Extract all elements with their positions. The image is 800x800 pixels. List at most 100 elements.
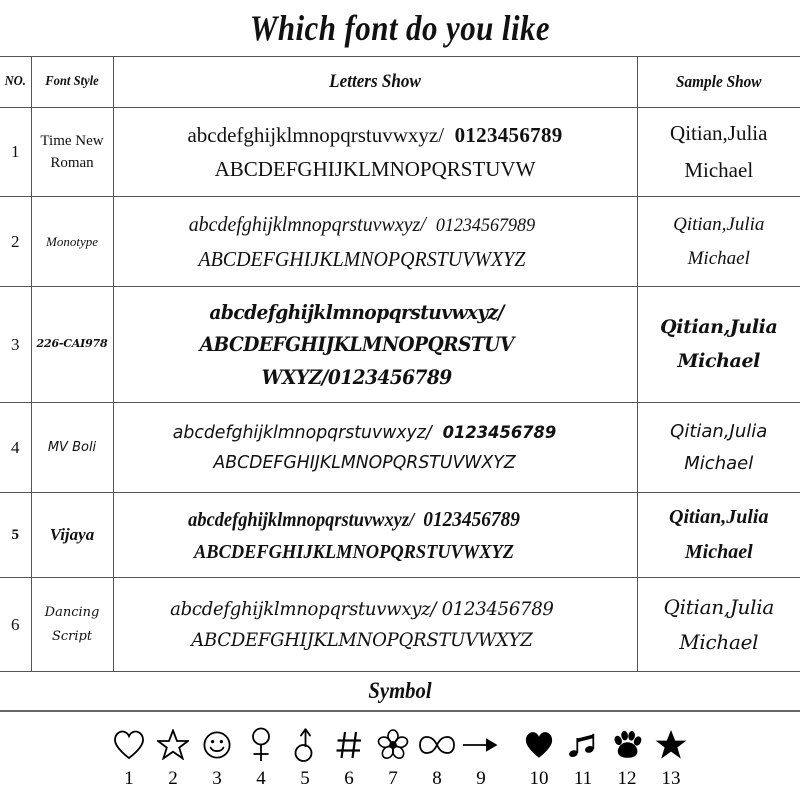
letters-numerals: 0123456789 [442, 423, 557, 444]
letters-sample: abcdefghijklmnopqrstuvwxyz/ 0123456789 A… [112, 492, 596, 578]
column-header-no: NO. [1, 56, 30, 108]
row-number: 6 [0, 577, 32, 672]
letters-sample: abcdefghijklmnopqrstuvwxyz/ 0123456789 A… [112, 577, 612, 672]
row-number: 2 [0, 196, 32, 287]
letters-line-1: abcdefghijklmnopqrstuvwxyz/ [209, 299, 504, 324]
symbol-list: 1 2 3 4 5 6 7 8 9 10 11 12 13 [0, 712, 800, 790]
letters-lowercase: abcdefghijklmnopqrstuvwxyz/ [188, 212, 426, 237]
font-style-line-1: Vijaya [49, 525, 95, 545]
symbol-section: Symbol 1 2 3 4 5 6 7 8 9 10 11 12 13 [0, 672, 800, 790]
symbol-option-1[interactable]: 1 [107, 722, 151, 790]
font-style-name: MV Boli [30, 402, 114, 493]
table-row[interactable]: 6 Dancing Script abcdefghijklmnopqrstuvw… [0, 577, 800, 672]
page-title: Which font do you like [249, 8, 551, 48]
symbol-option-5[interactable]: 5 [283, 722, 327, 790]
row-number: 3 [0, 286, 32, 403]
symbol-number: 4 [256, 768, 266, 789]
symbol-option-6[interactable]: 6 [327, 722, 371, 790]
sample-text: Qitian,Julia Michael [636, 402, 800, 493]
letters-line-1: abcdefghijklmnopqrstuvwxyz/ 0123456789 [114, 418, 615, 448]
sample-text: Qitian,Julia Michael [636, 196, 800, 287]
table-header-row: NO. Font Style Letters Show Sample Show [0, 56, 800, 108]
male-symbol-icon [283, 722, 327, 766]
sample-line-2: Michael [684, 541, 753, 563]
symbol-option-13[interactable]: 13 [649, 722, 693, 790]
heart-outline-icon [107, 722, 151, 766]
table-row[interactable]: 3 226-CAI978 abcdefghijklmnopqrstuvwxyz/… [0, 286, 800, 403]
table-row[interactable]: 5 Vijaya abcdefghijklmnopqrstuvwxyz/ 012… [0, 492, 800, 578]
font-style-name: Monotype [30, 196, 114, 287]
row-number: 4 [0, 402, 32, 493]
letters-line-3: WXYZ/0123456789 [261, 364, 453, 389]
font-style-line-2: Roman [50, 155, 94, 171]
symbol-number: 5 [300, 768, 310, 789]
column-header-letters-show: Letters Show [138, 56, 612, 108]
font-style-name: Dancing Script [30, 577, 114, 672]
letters-line-1: abcdefghijklmnopqrstuvwxyz/ 01234567989 [114, 207, 610, 242]
font-style-name: Vijaya [30, 492, 114, 578]
letters-line-2: ABCDEFGHIJKLMNOPQRSTUVW [214, 157, 536, 181]
letters-sample: abcdefghijklmnopqrstuvwxyz/ 0123456789 A… [112, 402, 617, 493]
letters-line-2: ABCDEFGHIJKLMNOPQRSTUV [199, 332, 515, 357]
row-number: 5 [0, 492, 32, 578]
sample-line-1: Qitian,Julia [670, 121, 768, 146]
symbol-option-4[interactable]: 4 [239, 722, 283, 790]
font-style-line-1: Dancing [44, 605, 100, 621]
letters-lowercase: abcdefghijklmnopqrstuvwxyz/ [188, 508, 415, 531]
table-row[interactable]: 1 Time New Roman abcdefghijklmnopqrstuvw… [0, 107, 800, 197]
music-note-icon [561, 722, 605, 766]
table-row[interactable]: 4 MV Boli abcdefghijklmnopqrstuvwxyz/ 01… [0, 402, 800, 493]
sample-line-2: Michael [687, 247, 750, 269]
font-style-name: Time New Roman [30, 107, 114, 197]
letters-numerals: 0123456789 [441, 597, 554, 620]
font-style-line-1: Monotype [46, 233, 98, 249]
infinity-icon [415, 722, 459, 766]
table-row[interactable]: 2 Monotype abcdefghijklmnopqrstuvwxyz/ 0… [0, 196, 800, 287]
column-header-font-style: Font Style [34, 56, 110, 108]
font-style-line-1: MV Boli [47, 439, 97, 455]
star-filled-icon [649, 722, 693, 766]
flower-icon [371, 722, 415, 766]
font-style-line-2: Script [51, 628, 93, 644]
sample-line-2: Michael [679, 629, 759, 654]
font-comparison-table: NO. Font Style Letters Show Sample Show … [0, 56, 800, 672]
symbol-number: 13 [661, 768, 681, 789]
letters-line-2: ABCDEFGHIJKLMNOPQRSTUVWXYZ [198, 246, 526, 271]
sample-line-1: Qitian,Julia [660, 316, 778, 339]
letters-line-1: abcdefghijklmnopqrstuvwxyz/ 0123456789 [114, 118, 636, 152]
row-number: 1 [0, 107, 32, 197]
font-style-name: 226-CAI978 [30, 286, 114, 403]
arrow-right-icon [459, 722, 503, 766]
symbol-number: 3 [212, 768, 222, 789]
symbol-option-9[interactable]: 9 [459, 722, 503, 790]
symbol-option-8[interactable]: 8 [415, 722, 459, 790]
symbol-option-11[interactable]: 11 [561, 722, 605, 790]
letters-lowercase: abcdefghijklmnopqrstuvwxyz/ [172, 422, 432, 444]
star-outline-icon [151, 722, 195, 766]
symbol-option-3[interactable]: 3 [195, 722, 239, 790]
sample-line-1: Qitian,Julia [663, 594, 775, 619]
symbol-option-12[interactable]: 12 [605, 722, 649, 790]
letters-line-1: abcdefghijklmnopqrstuvwxyz/ 0123456789 [114, 502, 594, 536]
symbol-number: 10 [529, 768, 549, 789]
sample-text: Qitian,Julia Michael [636, 107, 800, 197]
hash-icon [327, 722, 371, 766]
sample-line-1: Qitian,Julia [669, 506, 769, 528]
paw-print-icon [605, 722, 649, 766]
symbol-option-7[interactable]: 7 [371, 722, 415, 790]
sample-line-2: Michael [677, 349, 761, 372]
symbol-option-2[interactable]: 2 [151, 722, 195, 790]
symbol-number: 7 [388, 768, 398, 789]
letters-sample: abcdefghijklmnopqrstuvwxyz/ 01234567989 … [112, 196, 612, 287]
column-header-sample-show: Sample Show [644, 56, 792, 108]
symbol-number: 2 [168, 768, 178, 789]
sample-line-1: Qitian,Julia [670, 421, 768, 442]
letters-line-2: ABCDEFGHIJKLMNOPQRSTUVWXYZ [213, 451, 516, 473]
letters-sample: abcdefghijklmnopqrstuvwxyz/ 0123456789 A… [112, 107, 638, 197]
sample-line-2: Michael [684, 452, 754, 474]
sample-text: Qitian,Julia Michael [636, 286, 800, 403]
symbol-number: 6 [344, 768, 354, 789]
symbol-option-10[interactable]: 10 [517, 722, 561, 790]
letters-line-1: abcdefghijklmnopqrstuvwxyz/ 0123456789 [114, 594, 610, 625]
letters-numerals: 01234567989 [435, 215, 536, 237]
